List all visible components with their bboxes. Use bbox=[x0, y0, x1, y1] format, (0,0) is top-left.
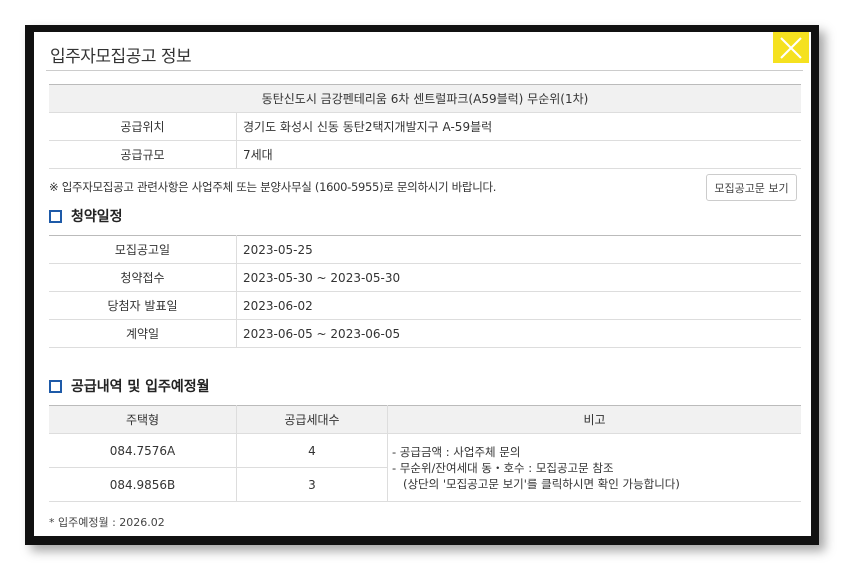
complex-info-table: 동탄신도시 금강펜테리움 6차 센트럴파크(A59블럭) 무순위(1차) 공급위… bbox=[49, 84, 801, 169]
unit-count: 3 bbox=[236, 467, 388, 502]
table-row: 모집공고일 2023-05-25 bbox=[49, 235, 801, 264]
supply-table: 주택형 공급세대수 비고 084.7576A 4 - 공급금액 : 사업주체 문… bbox=[49, 405, 801, 502]
complex-name: 동탄신도시 금강펜테리움 6차 센트럴파크(A59블럭) 무순위(1차) bbox=[49, 84, 801, 113]
house-type: 084.9856B bbox=[49, 467, 237, 502]
note-line: - 무순위/잔여세대 동・호수 : 모집공고문 참조 bbox=[392, 460, 614, 475]
table-row: 084.7576A 4 - 공급금액 : 사업주체 문의 - 무순위/잔여세대 … bbox=[49, 433, 801, 502]
row-value: 경기도 화성시 신동 동탄2택지개발지구 A-59블럭 bbox=[236, 112, 801, 141]
row-label: 공급규모 bbox=[49, 140, 237, 169]
schedule-heading: 청약일정 bbox=[49, 206, 123, 226]
row-label: 계약일 bbox=[49, 319, 237, 348]
view-announcement-button[interactable]: 모집공고문 보기 bbox=[706, 174, 797, 201]
table-row: 당첨자 발표일 2023-06-02 bbox=[49, 291, 801, 320]
schedule-table: 모집공고일 2023-05-25 청약접수 2023-05-30 ~ 2023-… bbox=[49, 235, 801, 348]
note-line: (상단의 '모집공고문 보기'를 클릭하시면 확인 가능합니다) bbox=[392, 476, 680, 491]
note-line: - 공급금액 : 사업주체 문의 bbox=[392, 444, 521, 459]
close-button[interactable] bbox=[773, 32, 809, 63]
row-value: 2023-05-25 bbox=[236, 235, 801, 264]
title-divider bbox=[46, 70, 803, 71]
supply-title: 공급내역 및 입주예정월 bbox=[71, 379, 210, 395]
row-value: 7세대 bbox=[236, 140, 801, 169]
square-bullet-icon bbox=[49, 379, 62, 393]
table-row: 청약접수 2023-05-30 ~ 2023-05-30 bbox=[49, 263, 801, 292]
row-label: 공급위치 bbox=[49, 112, 237, 141]
row-label: 모집공고일 bbox=[49, 235, 237, 264]
house-type: 084.7576A bbox=[49, 433, 237, 468]
table-row: 공급위치 경기도 화성시 신동 동탄2택지개발지구 A-59블럭 bbox=[49, 112, 801, 141]
move-in-footnote: * 입주예정월 : 2026.02 bbox=[49, 516, 165, 529]
col-header-type: 주택형 bbox=[49, 405, 237, 434]
col-header-note: 비고 bbox=[387, 405, 801, 434]
close-icon bbox=[780, 36, 802, 59]
contact-notice: ※ 입주자모집공고 관련사항은 사업주체 또는 분양사무실 (1600-5955… bbox=[49, 180, 497, 194]
row-label: 당첨자 발표일 bbox=[49, 291, 237, 320]
supply-note: - 공급금액 : 사업주체 문의 - 무순위/잔여세대 동・호수 : 모집공고문… bbox=[387, 433, 801, 502]
table-row: 공급규모 7세대 bbox=[49, 140, 801, 169]
unit-count: 4 bbox=[236, 433, 388, 468]
row-value: 2023-06-05 ~ 2023-06-05 bbox=[236, 319, 801, 348]
row-label: 청약접수 bbox=[49, 263, 237, 292]
square-bullet-icon bbox=[49, 209, 62, 223]
col-header-units: 공급세대수 bbox=[236, 405, 388, 434]
table-row: 계약일 2023-06-05 ~ 2023-06-05 bbox=[49, 319, 801, 348]
schedule-title: 청약일정 bbox=[71, 209, 123, 225]
row-value: 2023-05-30 ~ 2023-05-30 bbox=[236, 263, 801, 292]
announcement-dialog: 입주자모집공고 정보 동탄신도시 금강펜테리움 6차 센트럴파크(A59블럭) … bbox=[34, 32, 811, 536]
supply-heading: 공급내역 및 입주예정월 bbox=[49, 376, 210, 396]
row-value: 2023-06-02 bbox=[236, 291, 801, 320]
dialog-title: 입주자모집공고 정보 bbox=[50, 47, 192, 67]
